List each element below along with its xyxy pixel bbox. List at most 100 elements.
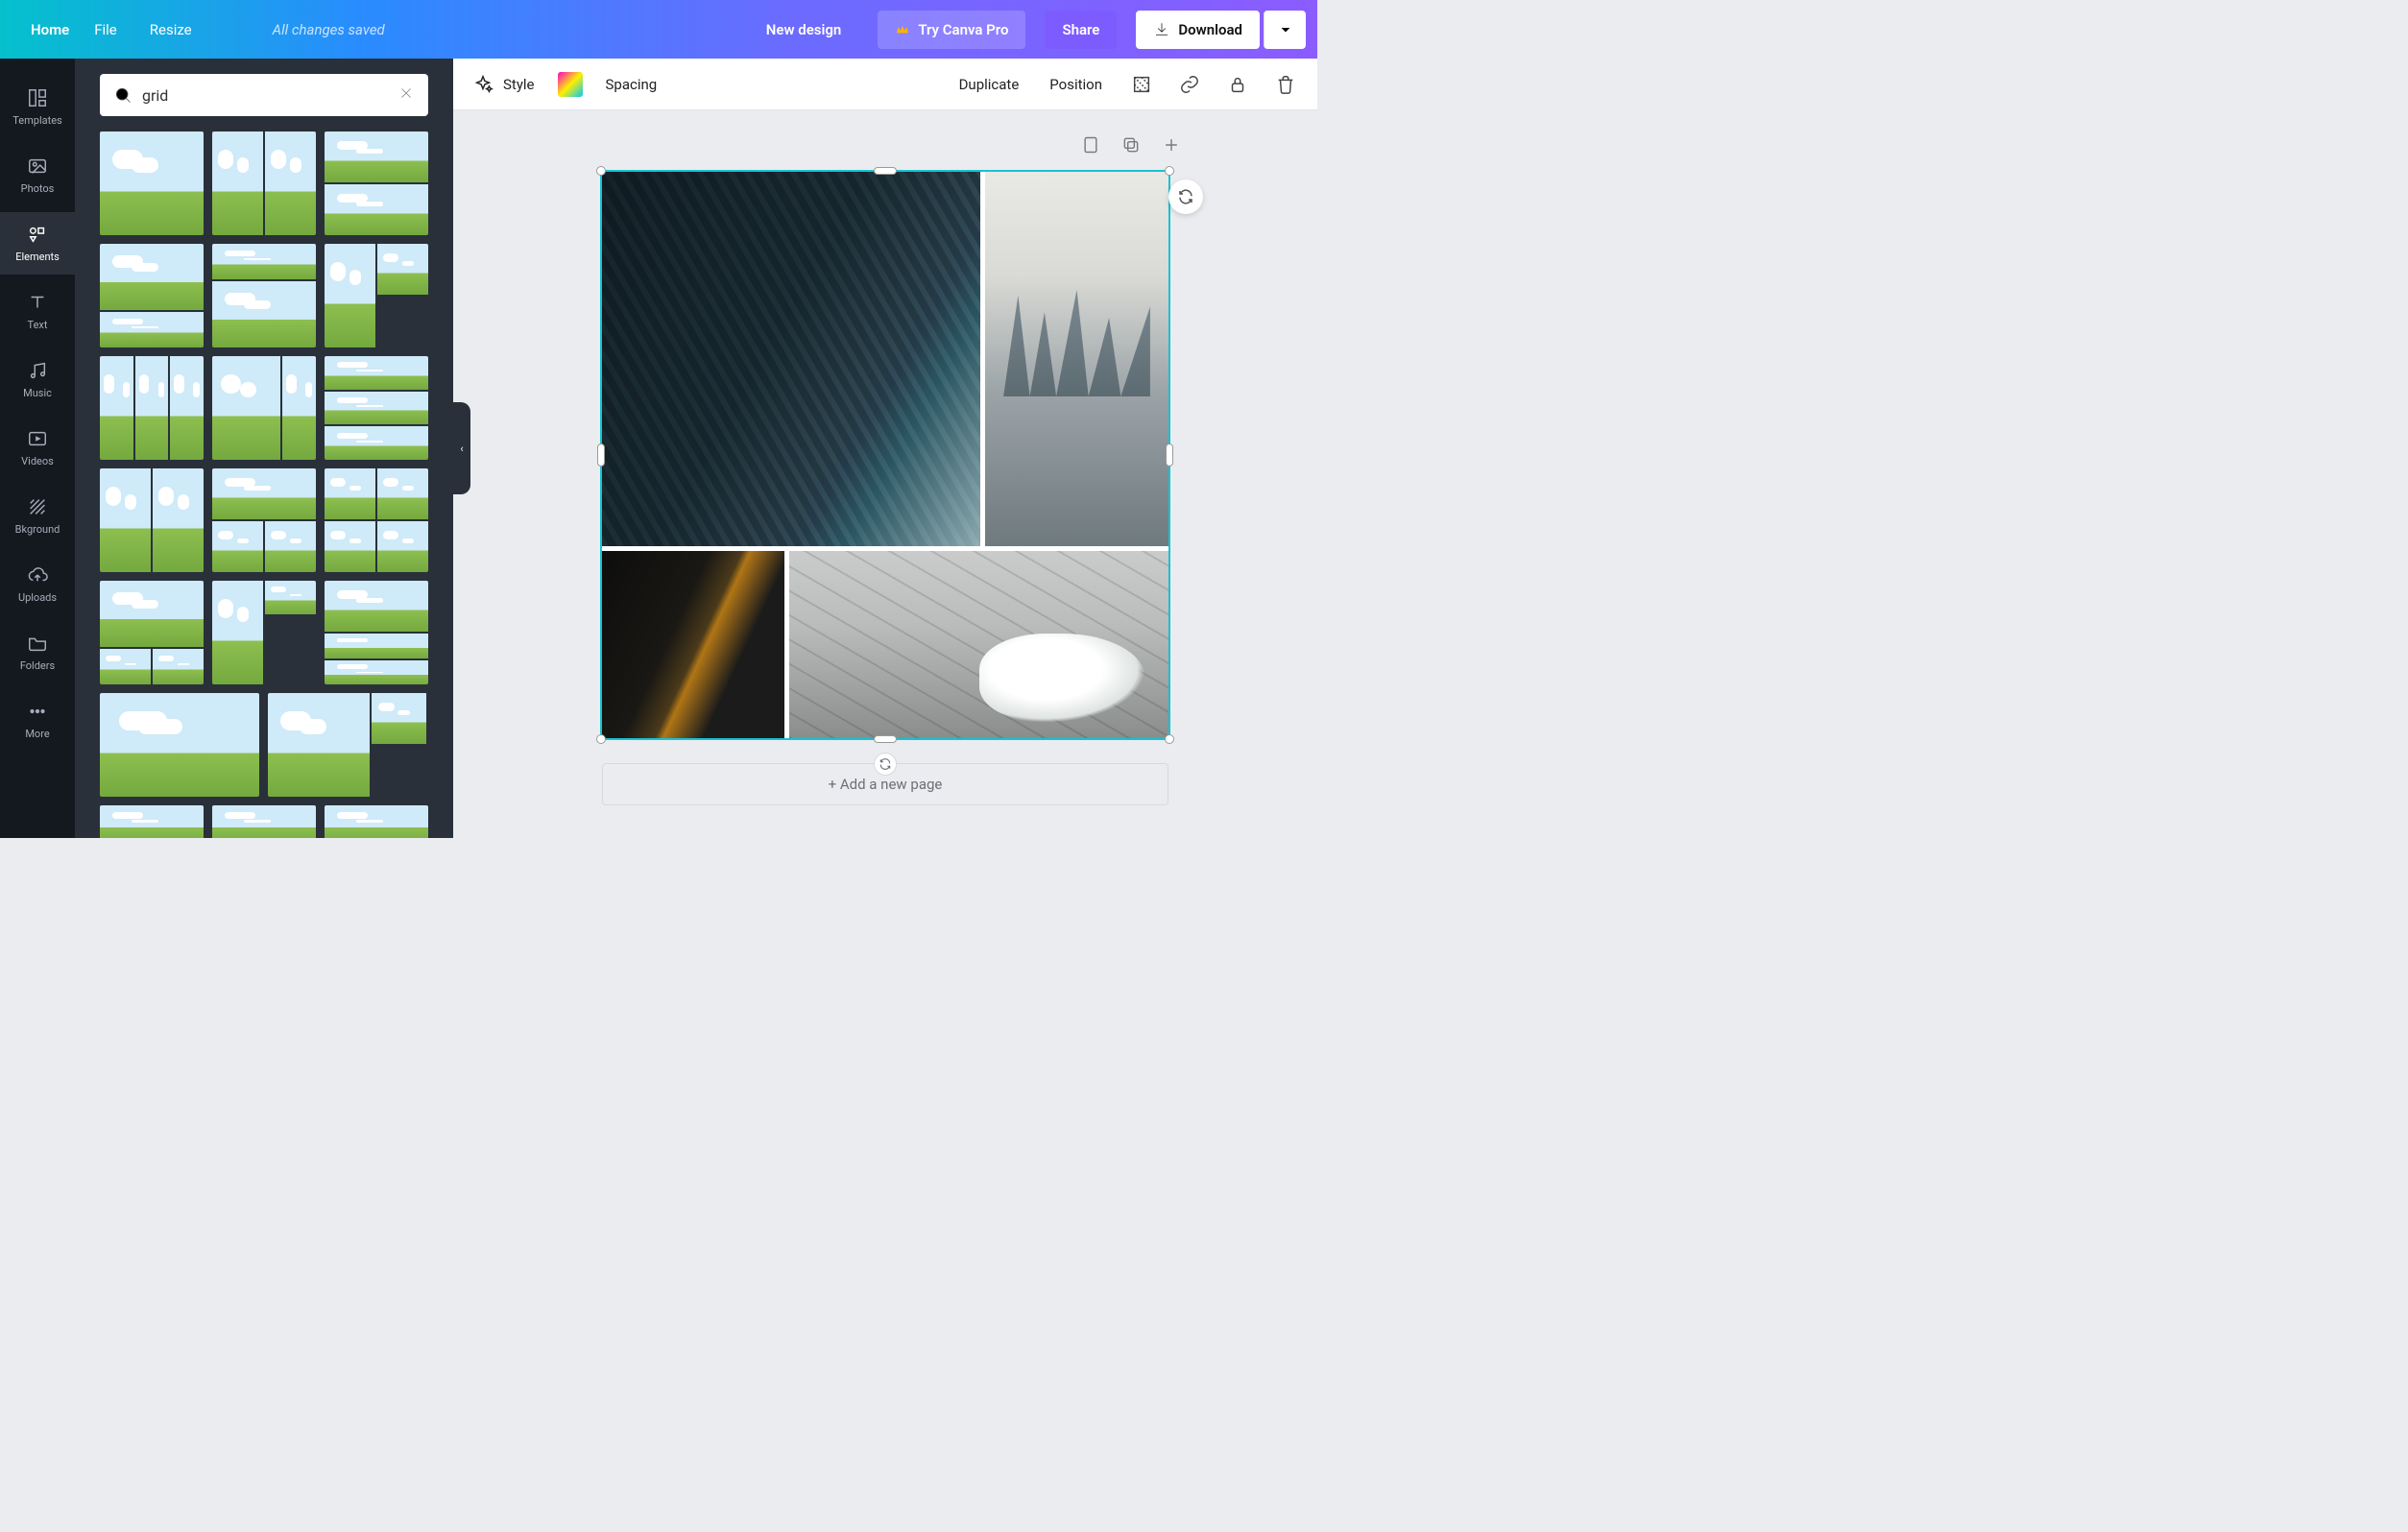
delete-button[interactable] bbox=[1273, 72, 1298, 97]
design-canvas[interactable] bbox=[602, 172, 1168, 738]
grid-thumb[interactable] bbox=[325, 132, 428, 235]
resize-handle[interactable] bbox=[596, 734, 606, 744]
resize-handle[interactable] bbox=[597, 443, 605, 467]
elements-panel: ‹ bbox=[75, 59, 453, 838]
grid-thumb[interactable] bbox=[100, 244, 204, 347]
new-design-button[interactable]: New design bbox=[749, 11, 859, 49]
cycle-layout-button[interactable] bbox=[1168, 180, 1203, 214]
resize-handle[interactable] bbox=[596, 166, 606, 176]
music-icon bbox=[27, 360, 48, 381]
color-swatch[interactable] bbox=[558, 72, 583, 97]
rail-videos[interactable]: Videos bbox=[0, 417, 75, 479]
elements-icon bbox=[27, 224, 48, 245]
refresh-icon bbox=[1177, 188, 1194, 205]
templates-icon bbox=[27, 87, 48, 108]
resize-button[interactable]: Resize bbox=[142, 21, 192, 38]
resize-handle[interactable] bbox=[1165, 734, 1174, 744]
sync-icon-wrap bbox=[874, 753, 897, 776]
grid-results[interactable] bbox=[75, 126, 453, 838]
grid-thumb[interactable] bbox=[212, 581, 316, 684]
download-dropdown[interactable] bbox=[1264, 11, 1306, 49]
search-input[interactable] bbox=[142, 86, 388, 105]
home-button[interactable]: Home bbox=[23, 21, 69, 38]
sync-icon bbox=[879, 757, 892, 771]
grid-thumb[interactable] bbox=[100, 356, 204, 460]
lock-icon bbox=[1227, 74, 1248, 95]
download-button[interactable]: Download bbox=[1136, 11, 1260, 49]
transparency-icon bbox=[1131, 74, 1152, 95]
save-status: All changes saved bbox=[273, 21, 385, 38]
grid-thumb[interactable] bbox=[100, 805, 204, 838]
grid-thumb[interactable] bbox=[100, 693, 259, 797]
lock-button[interactable] bbox=[1225, 72, 1250, 97]
search-box bbox=[100, 74, 428, 116]
nav-rail: Templates Photos Elements Text Music Vid… bbox=[0, 59, 75, 838]
trash-icon bbox=[1275, 74, 1296, 95]
notes-button[interactable] bbox=[1079, 133, 1102, 156]
photo-grid[interactable] bbox=[602, 172, 1168, 738]
resize-handle[interactable] bbox=[874, 167, 897, 175]
canvas-viewport[interactable]: + Add a new page bbox=[453, 110, 1317, 838]
try-pro-button[interactable]: Try Canva Pro bbox=[878, 11, 1025, 49]
clear-search-button[interactable] bbox=[397, 84, 415, 106]
grid-thumb[interactable] bbox=[100, 132, 204, 235]
background-icon bbox=[27, 496, 48, 517]
resize-handle[interactable] bbox=[1165, 166, 1174, 176]
grid-thumb[interactable] bbox=[100, 468, 204, 572]
add-page-above-button[interactable] bbox=[1160, 133, 1183, 156]
home-label: Home bbox=[31, 21, 69, 38]
duplicate-button[interactable]: Duplicate bbox=[955, 76, 1023, 93]
rail-text[interactable]: Text bbox=[0, 280, 75, 343]
uploads-icon bbox=[27, 564, 48, 586]
grid-cell[interactable] bbox=[985, 172, 1168, 546]
resize-handle[interactable] bbox=[1166, 443, 1173, 467]
rail-photos[interactable]: Photos bbox=[0, 144, 75, 206]
grid-thumb[interactable] bbox=[325, 244, 428, 347]
grid-cell[interactable] bbox=[602, 172, 980, 546]
grid-thumb[interactable] bbox=[212, 805, 316, 838]
chevron-down-icon bbox=[1278, 22, 1293, 37]
rail-folders[interactable]: Folders bbox=[0, 621, 75, 683]
folders-icon bbox=[27, 633, 48, 654]
resize-handle[interactable] bbox=[874, 735, 897, 743]
crown-icon bbox=[895, 22, 910, 37]
page-actions bbox=[1079, 133, 1183, 156]
grid-thumb[interactable] bbox=[100, 581, 204, 684]
download-icon bbox=[1153, 21, 1170, 38]
sparkle-icon bbox=[472, 74, 494, 95]
position-button[interactable]: Position bbox=[1046, 76, 1106, 93]
rail-music[interactable]: Music bbox=[0, 348, 75, 411]
duplicate-page-button[interactable] bbox=[1120, 133, 1143, 156]
share-button[interactable]: Share bbox=[1045, 11, 1117, 49]
grid-cell[interactable] bbox=[789, 551, 1168, 738]
grid-thumb[interactable] bbox=[212, 244, 316, 347]
link-icon bbox=[1179, 74, 1200, 95]
rail-templates[interactable]: Templates bbox=[0, 76, 75, 138]
grid-thumb[interactable] bbox=[325, 805, 428, 838]
rail-elements[interactable]: Elements bbox=[0, 212, 75, 275]
grid-thumb[interactable] bbox=[325, 581, 428, 684]
grid-thumb[interactable] bbox=[212, 356, 316, 460]
link-button[interactable] bbox=[1177, 72, 1202, 97]
context-toolbar: Style Spacing Duplicate Position bbox=[453, 59, 1317, 110]
videos-icon bbox=[27, 428, 48, 449]
spacing-button[interactable]: Spacing bbox=[606, 76, 658, 93]
photos-icon bbox=[27, 156, 48, 177]
close-icon bbox=[397, 84, 415, 102]
grid-thumb[interactable] bbox=[325, 468, 428, 572]
transparency-button[interactable] bbox=[1129, 72, 1154, 97]
rail-uploads[interactable]: Uploads bbox=[0, 553, 75, 615]
style-button[interactable]: Style bbox=[472, 74, 535, 95]
grid-cell[interactable] bbox=[602, 551, 784, 738]
add-page-button[interactable]: + Add a new page bbox=[602, 763, 1168, 805]
grid-thumb[interactable] bbox=[212, 468, 316, 572]
more-icon bbox=[27, 701, 48, 722]
plus-icon bbox=[1162, 135, 1181, 155]
grid-thumb[interactable] bbox=[268, 693, 427, 797]
search-icon bbox=[113, 85, 132, 105]
rail-more[interactable]: More bbox=[0, 689, 75, 752]
grid-thumb[interactable] bbox=[325, 356, 428, 460]
grid-thumb[interactable] bbox=[212, 132, 316, 235]
rail-background[interactable]: Bkground bbox=[0, 485, 75, 547]
file-menu[interactable]: File bbox=[94, 21, 117, 38]
